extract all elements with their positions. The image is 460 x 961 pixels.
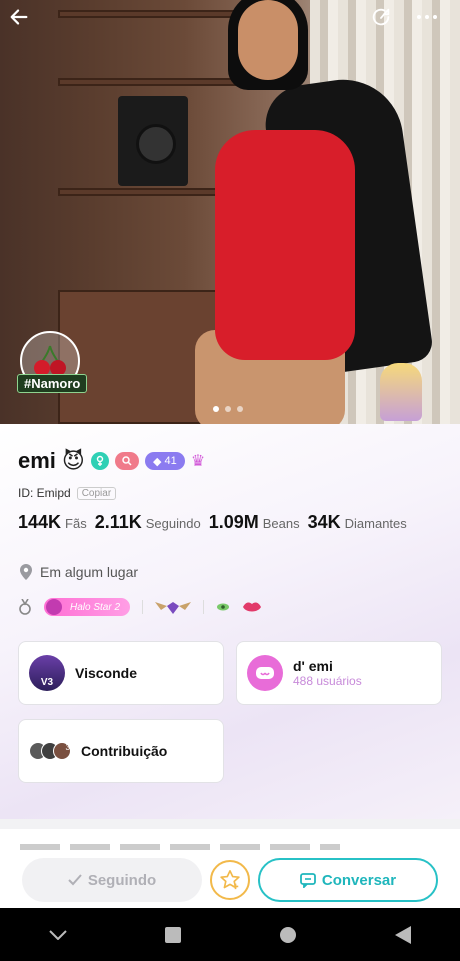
nav-down-button[interactable] [38,915,78,955]
red-dress [215,130,355,360]
devil-emoji: 😈 [61,448,85,473]
location-text: Em algum lugar [40,564,139,580]
stats-row: 144K Fãs 2.11K Seguindo 1.09M Beans 34K … [18,512,411,533]
following-label: Seguindo [145,516,201,531]
profile-photo[interactable]: #Namoro [0,0,460,424]
diamonds-count: 34K [307,512,341,532]
fanclub-title: d' emi [293,658,333,674]
visconde-badge-icon: V3 [29,655,65,691]
location-pin-icon [20,564,32,580]
eye-badge-icon [217,603,230,611]
pager-dot [237,406,243,412]
divider [142,600,144,614]
section-divider [0,819,460,829]
beans-count: 1.09M [208,512,259,532]
diamonds-label: Diamantes [344,516,407,531]
beans-label: Beans [262,516,300,531]
name-row: emi 😈 ◆ 41 ♛ [18,448,205,474]
following-button-label: Seguindo [87,871,157,889]
check-icon [68,874,82,886]
user-name: emi [18,448,56,473]
chat-button[interactable]: Conversar [258,858,438,902]
contributor-avatars: 3 [29,742,71,760]
id-row: ID: Emipd Copiar [18,486,117,500]
fanclub-text: d' emi 488 usuários [293,658,362,688]
face [238,0,298,80]
user-id: ID: Emipd [18,486,71,500]
cherry-icon [34,345,66,376]
pager-dot [225,406,231,412]
wings-badge-icon [155,602,192,614]
triangle-back-icon [394,925,411,944]
nav-recents-button[interactable] [153,915,193,955]
divider [203,600,205,614]
fanclub-icon [247,655,283,691]
square-icon [164,926,181,943]
visconde-title: Visconde [75,665,137,681]
contribution-title: Contribuição [81,743,168,759]
favorite-button[interactable] [210,860,250,900]
visconde-badge-text: V3 [40,677,54,688]
nav-back-button[interactable] [383,915,423,955]
chat-bubble-icon [299,873,316,888]
location-row: Em algum lugar [20,564,138,580]
circle-icon [279,926,296,943]
fans-label: Fãs [65,516,87,531]
level-badge[interactable]: ◆ 41 [144,452,185,470]
fanclub-card[interactable]: d' emi 488 usuários [236,641,442,705]
level-value: 41 [164,455,177,467]
share-button[interactable] [366,4,396,30]
crown-icon[interactable]: ♛ [191,451,205,471]
copy-button[interactable]: Copiar [76,486,117,500]
stereo [118,96,188,186]
chat-button-label: Conversar [321,871,397,889]
diamond-icon: ◆ [153,455,162,468]
gender-icon[interactable] [90,452,109,470]
action-bar: Seguindo Conversar [0,850,460,908]
profile-info: emi 😈 ◆ 41 ♛ ID: Emipd Copiar 144K Fãs 2.… [0,424,460,819]
back-button[interactable] [4,4,34,30]
shelf [58,78,248,86]
shelf [58,188,228,196]
following-button[interactable]: Seguindo [22,858,202,902]
medal-icon [19,599,31,615]
shelf [58,10,248,18]
contributor-avatar: 3 [53,742,71,760]
more-button[interactable] [412,4,442,30]
contribution-card[interactable]: 3 Contribuição [18,719,224,783]
fans-count[interactable]: 144K [18,512,61,533]
pager-dot [213,406,219,412]
medals-row[interactable]: Halo Star 2 [18,598,262,616]
star-plus-icon [220,870,240,890]
search-badge-icon[interactable] [114,452,139,470]
avatar-figure[interactable] [380,363,422,421]
photo-pager [213,406,243,412]
share-icon [372,8,390,26]
nav-home-button[interactable] [268,915,308,955]
system-nav-bar [0,908,460,961]
back-arrow-icon [10,9,28,25]
namoro-tag[interactable]: #Namoro [17,374,88,393]
following-count[interactable]: 2.11K [95,512,142,533]
lips-badge-icon [243,602,262,612]
profile-page: #Namoro emi 😈 ◆ 41 ♛ ID: Emipd Copiar 14… [0,0,460,961]
more-dots-icon [417,15,437,19]
halo-star-badge: Halo Star 2 [44,598,131,616]
chevron-down-icon [48,929,67,940]
visconde-card[interactable]: V3 Visconde [18,641,224,705]
fanclub-members: 488 usuários [293,674,362,688]
